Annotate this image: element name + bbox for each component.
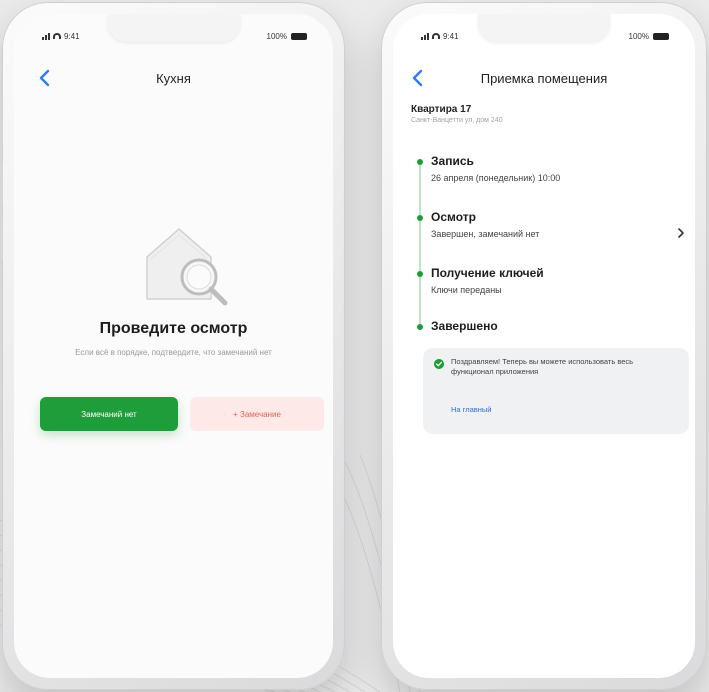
phone-right: 9:41 100% Приемка помещения Квартира 17 … [381, 2, 707, 690]
status-bar: 9:41 100% [42, 30, 307, 42]
check-circle-icon [434, 359, 444, 369]
apartment-title: Квартира 17 [411, 104, 472, 115]
add-remark-button[interactable]: + Замечание [190, 397, 324, 431]
signal-icon [421, 32, 429, 40]
no-remarks-button[interactable]: Замечаний нет [40, 397, 178, 431]
empty-state-hint: Если всё в порядке, подтвердите, что зам… [75, 348, 272, 357]
battery-icon [291, 32, 307, 40]
timeline-dot [417, 215, 423, 221]
house-magnifier-icon [146, 228, 228, 306]
congrats-message: Поздравляем! Теперь вы можете использова… [451, 357, 634, 376]
status-time: 9:41 [443, 31, 459, 41]
step-subtitle-keys: Ключи переданы [431, 285, 502, 295]
timeline-dot [417, 271, 423, 277]
side-button [0, 120, 3, 146]
wifi-icon [53, 33, 61, 39]
page-title: Приемка помещения [480, 71, 608, 86]
step-title-inspection[interactable]: Осмотр [431, 210, 476, 224]
congrats-card: Поздравляем! Теперь вы можете использова… [423, 348, 689, 434]
step-subtitle-inspection: Завершен, замечаний нет [431, 229, 540, 239]
timeline-line [419, 160, 421, 330]
step-subtitle-booking: 26 апреля (понедельник) 10:00 [431, 173, 561, 183]
navbar: Приемка помещения [393, 66, 695, 90]
side-button [0, 216, 3, 260]
status-battery-text: 100% [266, 31, 287, 41]
phone-left: 9:41 100% Кухня Проведите осмотр Если вс… [0, 2, 345, 690]
wifi-icon [432, 33, 440, 39]
screen-acceptance: 9:41 100% Приемка помещения Квартира 17 … [393, 14, 695, 678]
battery-icon [653, 32, 669, 40]
page-title: Кухня [156, 71, 191, 86]
chevron-right-icon[interactable] [677, 227, 685, 239]
signal-icon [42, 32, 50, 40]
step-title-keys: Получение ключей [431, 266, 544, 280]
step-title-booking: Запись [431, 154, 474, 168]
side-button [0, 162, 3, 206]
status-battery-text: 100% [628, 31, 649, 41]
empty-state-title: Проведите осмотр [99, 320, 248, 337]
screen-inspection: 9:41 100% Кухня Проведите осмотр Если вс… [14, 14, 333, 678]
status-bar: 9:41 100% [421, 30, 669, 42]
navbar: Кухня [14, 66, 333, 90]
status-time: 9:41 [64, 31, 80, 41]
step-title-completed: Завершено [431, 319, 498, 333]
apartment-address: Санкт-Ванцетти ул, дом 240 [411, 117, 503, 124]
timeline-dot [417, 324, 423, 330]
timeline-dot [417, 159, 423, 165]
home-link[interactable]: На главный [451, 405, 492, 414]
